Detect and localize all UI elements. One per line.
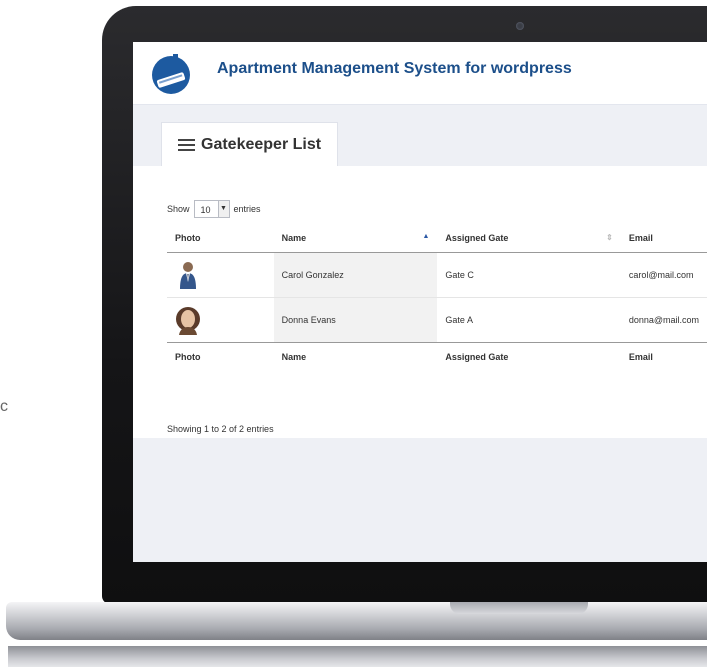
laptop-screen: Apartment Management System for wordpres… bbox=[133, 42, 707, 562]
table-cell-gate: Gate C bbox=[445, 270, 474, 280]
table-cell-gate: Gate A bbox=[437, 297, 621, 343]
table-footer-row: Photo Name Assigned Gate Email bbox=[167, 342, 707, 371]
avatar-male-icon bbox=[180, 262, 196, 289]
column-header-email[interactable]: Email bbox=[620, 224, 707, 253]
table-cell-photo bbox=[167, 253, 274, 298]
footer-photo: Photo bbox=[167, 342, 274, 371]
sort-both-icon: ⇕ bbox=[606, 233, 613, 242]
table-cell-name: Carol Gonzalez bbox=[273, 252, 438, 298]
building-logo-icon bbox=[152, 54, 190, 94]
table-header-row: Photo Name ▲ Assigned Gate ⇕ Email bbox=[167, 224, 707, 253]
app-title: Apartment Management System for wordpres… bbox=[217, 60, 572, 77]
avatar-female-icon bbox=[176, 307, 200, 335]
gatekeeper-table: Photo Name ▲ Assigned Gate ⇕ Email Carol… bbox=[167, 224, 707, 371]
entries-select[interactable]: 10 ▼ bbox=[193, 200, 230, 218]
sort-asc-icon: ▲ bbox=[422, 233, 430, 240]
app-header: Apartment Management System for wordpres… bbox=[133, 42, 707, 105]
entries-label: entries bbox=[233, 204, 261, 214]
table-info: Showing 1 to 2 of 2 entries bbox=[167, 424, 274, 434]
laptop-base bbox=[6, 602, 707, 640]
stray-text-mark: c bbox=[0, 398, 8, 415]
table-cell-name: Donna Evans bbox=[273, 297, 438, 343]
laptop-base-lower bbox=[8, 646, 707, 667]
table-row[interactable]: Donna Evans Gate A donna@mail.com bbox=[167, 297, 707, 343]
show-label: Show bbox=[167, 204, 190, 214]
column-header-name[interactable]: Name ▲ bbox=[273, 224, 438, 253]
table-cell-email: donna@mail.com bbox=[620, 297, 707, 343]
list-icon bbox=[178, 139, 195, 151]
footer-name: Name bbox=[273, 342, 438, 371]
tab-gatekeeper-list[interactable]: Gatekeeper List bbox=[161, 122, 339, 168]
chevron-down-icon: ▼ bbox=[217, 201, 229, 217]
column-header-photo[interactable]: Photo bbox=[167, 224, 274, 253]
webcam-icon bbox=[516, 22, 524, 30]
footer-assigned-gate: Assigned Gate bbox=[437, 342, 621, 371]
table-row[interactable]: Carol Gonzalez Gate C carol@mail.com bbox=[167, 252, 707, 298]
tab-label: Gatekeeper List bbox=[201, 136, 322, 153]
entries-length-control: Show 10 ▼ entries bbox=[167, 200, 261, 218]
table-cell-email: carol@mail.com bbox=[628, 270, 694, 280]
footer-email: Email bbox=[620, 342, 707, 371]
gatekeeper-panel: Show 10 ▼ entries Photo Name ▲ Assigned G… bbox=[133, 166, 707, 438]
tab-strip: Gatekeeper List bbox=[149, 122, 707, 168]
column-header-assigned-gate[interactable]: Assigned Gate ⇕ bbox=[437, 224, 621, 253]
table-cell-photo bbox=[167, 297, 274, 343]
trackpad-notch bbox=[450, 602, 588, 614]
entries-select-value: 10 bbox=[200, 205, 211, 215]
